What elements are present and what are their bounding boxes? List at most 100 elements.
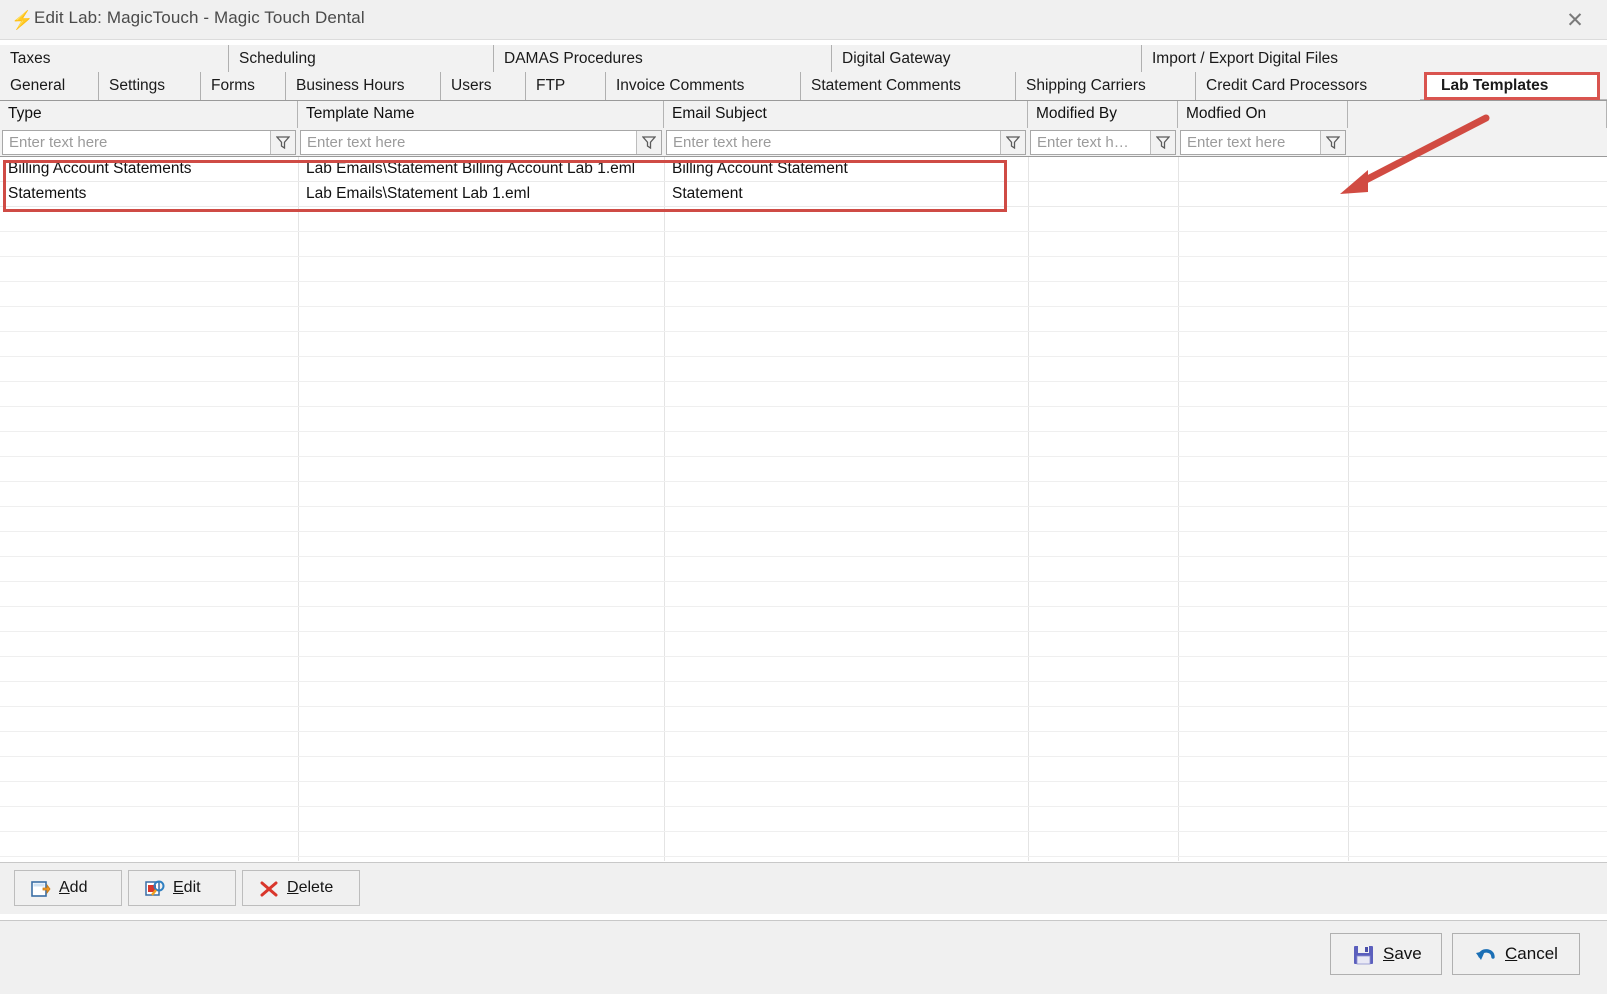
edit-button-label: Edit: [173, 879, 201, 896]
lab-templates-grid: Type Template Name Email Subject Modified B…: [0, 100, 1607, 861]
close-icon[interactable]: ✕: [1553, 4, 1597, 36]
tab-statement-comments[interactable]: Statement Comments: [800, 72, 1015, 100]
empty-row: [0, 357, 1607, 382]
empty-row: [0, 482, 1607, 507]
filter-input-modified-by[interactable]: Enter text h…: [1030, 130, 1176, 155]
empty-row: [0, 557, 1607, 582]
empty-row: [0, 782, 1607, 807]
delete-button-label: Delete: [287, 879, 334, 896]
empty-row: [0, 632, 1607, 657]
edit-lab-dialog: ⚡ Edit Lab: MagicTouch - Magic Touch Den…: [0, 0, 1607, 994]
floppy-save-icon: [1353, 944, 1375, 966]
empty-row: [0, 257, 1607, 282]
empty-row: [0, 332, 1607, 357]
empty-row: [0, 732, 1607, 757]
tab-taxes[interactable]: Taxes: [0, 45, 228, 73]
filter-input-type[interactable]: Enter text here: [2, 130, 296, 155]
cell-modified-by: [1028, 182, 1178, 206]
filter-placeholder: Enter text here: [9, 134, 108, 151]
column-header-type[interactable]: Type: [0, 101, 298, 128]
empty-row: [0, 282, 1607, 307]
tab-damas-procedures[interactable]: DAMAS Procedures: [493, 45, 831, 73]
empty-row: [0, 807, 1607, 832]
column-header-template-name[interactable]: Template Name: [298, 101, 664, 128]
dialog-footer: Save Cancel: [0, 920, 1607, 994]
cell-modified-by: [1028, 157, 1178, 181]
funnel-filter-icon[interactable]: [1000, 131, 1025, 154]
empty-row: [0, 232, 1607, 257]
window-title: Edit Lab: MagicTouch - Magic Touch Denta…: [34, 8, 365, 27]
column-header-modfied-on[interactable]: Modfied On: [1178, 101, 1348, 128]
column-header-email-subject[interactable]: Email Subject: [664, 101, 1028, 128]
filter-placeholder: Enter text h…: [1037, 134, 1129, 151]
tab-settings[interactable]: Settings: [98, 72, 200, 100]
grid-header-row: Type Template Name Email Subject Modified B…: [0, 101, 1607, 128]
delete-button[interactable]: Delete: [242, 870, 360, 906]
delete-x-icon: [259, 879, 279, 899]
cell-template-name: Lab Emails\Statement Lab 1.eml: [306, 185, 531, 202]
empty-row: [0, 307, 1607, 332]
empty-row: [0, 407, 1607, 432]
tab-forms[interactable]: Forms: [200, 72, 285, 100]
title-bar: ⚡ Edit Lab: MagicTouch - Magic Touch Den…: [0, 0, 1607, 40]
empty-row: [0, 432, 1607, 457]
column-header-blank[interactable]: [1348, 101, 1607, 128]
empty-row: [0, 657, 1607, 682]
cell-type: Billing Account Statements: [8, 160, 192, 177]
empty-row: [0, 532, 1607, 557]
funnel-filter-icon[interactable]: [1150, 131, 1175, 154]
filter-placeholder: Enter text here: [673, 134, 772, 151]
tab-digital-gateway[interactable]: Digital Gateway: [831, 45, 1141, 73]
empty-row: [0, 382, 1607, 407]
cell-template-name: Lab Emails\Statement Billing Account Lab…: [306, 160, 636, 177]
grid-body: Billing Account Statements Lab Emails\Sta…: [0, 157, 1607, 861]
empty-row: [0, 607, 1607, 632]
tab-ftp[interactable]: FTP: [525, 72, 605, 100]
tab-users[interactable]: Users: [440, 72, 525, 100]
tab-strip-row-1: Taxes Scheduling DAMAS Procedures Digital G…: [0, 45, 1607, 73]
cell-type: Statements: [8, 185, 87, 202]
filter-placeholder: Enter text here: [1187, 134, 1286, 151]
cancel-button[interactable]: Cancel: [1452, 933, 1580, 975]
filter-input-email-subject[interactable]: Enter text here: [666, 130, 1026, 155]
cell-modfied-on: [1178, 182, 1348, 206]
edit-button[interactable]: Edit: [128, 870, 236, 906]
empty-row: [0, 757, 1607, 782]
empty-row: [0, 507, 1607, 532]
table-row[interactable]: Billing Account Statements Lab Emails\Sta…: [0, 157, 1607, 182]
tab-scheduling[interactable]: Scheduling: [228, 45, 493, 73]
empty-row: [0, 207, 1607, 232]
save-button[interactable]: Save: [1330, 933, 1442, 975]
filter-placeholder: Enter text here: [307, 134, 406, 151]
cell-email-subject: Billing Account Statement: [672, 160, 848, 177]
grid-filter-row: Enter text here Enter text here Enter text…: [0, 128, 1607, 157]
cell-email-subject: Statement: [672, 185, 743, 202]
filter-input-template-name[interactable]: Enter text here: [300, 130, 662, 155]
tab-lab-templates[interactable]: Lab Templates: [1424, 72, 1600, 100]
tab-strip-row-2: General Settings Forms Business Hours Users F…: [0, 72, 1607, 100]
funnel-filter-icon[interactable]: [1320, 131, 1345, 154]
empty-row: [0, 832, 1607, 857]
column-header-modified-by[interactable]: Modified By: [1028, 101, 1178, 128]
undo-arrow-icon: [1475, 944, 1497, 966]
add-button-label: Add: [59, 879, 88, 896]
tab-credit-card-processors[interactable]: Credit Card Processors: [1195, 72, 1420, 100]
tab-business-hours[interactable]: Business Hours: [285, 72, 440, 100]
tab-shipping-carriers[interactable]: Shipping Carriers: [1015, 72, 1195, 100]
empty-row: [0, 582, 1607, 607]
grid-action-bar: Add Edit Delete: [0, 862, 1607, 914]
cancel-button-label: Cancel: [1505, 944, 1558, 963]
add-button[interactable]: Add: [14, 870, 122, 906]
filter-input-modfied-on[interactable]: Enter text here: [1180, 130, 1346, 155]
funnel-filter-icon[interactable]: [270, 131, 295, 154]
empty-row: [0, 707, 1607, 732]
empty-row: [0, 457, 1607, 482]
tab-invoice-comments[interactable]: Invoice Comments: [605, 72, 800, 100]
edit-document-icon: [145, 879, 165, 899]
add-document-icon: [31, 879, 51, 899]
empty-row: [0, 682, 1607, 707]
table-row[interactable]: Statements Lab Emails\Statement Lab 1.eml…: [0, 182, 1607, 207]
tab-import-export-digital-files[interactable]: Import / Export Digital Files: [1141, 45, 1571, 73]
tab-general[interactable]: General: [0, 72, 98, 100]
funnel-filter-icon[interactable]: [636, 131, 661, 154]
